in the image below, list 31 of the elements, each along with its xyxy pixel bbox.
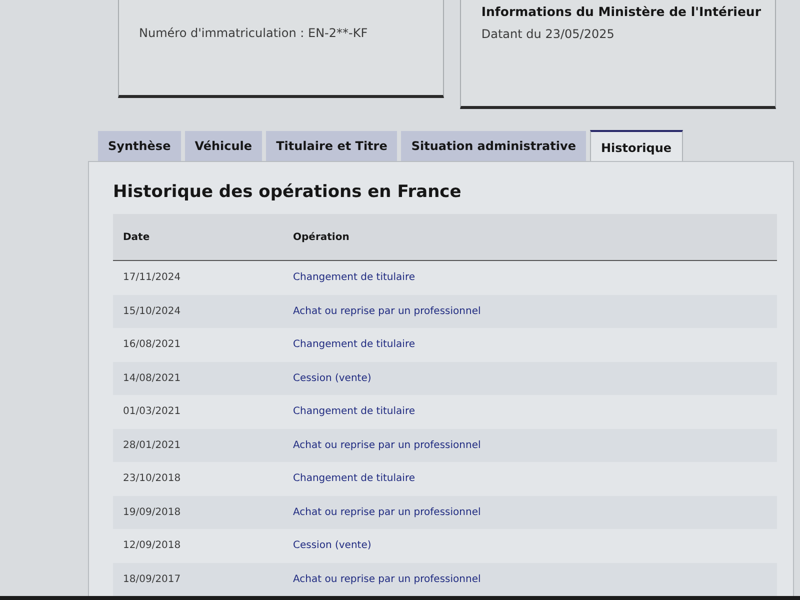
card-text: Numéro d'immatriculation : EN-2**-KF <box>139 26 369 40</box>
column-header: Date <box>123 232 151 242</box>
table-cell-text: Achat ou reprise par un professionnel <box>293 506 482 518</box>
section-title: Historique des opérations en France <box>113 182 462 202</box>
table-cell-text: 28/01/2021 <box>123 440 182 451</box>
table-cell-text: Cession (vente) <box>293 372 372 384</box>
table-cell-text: Changement de titulaire <box>293 406 416 418</box>
column-header: Opération <box>293 232 350 242</box>
table-cell-text: Achat ou reprise par un professionnel <box>293 306 482 317</box>
table-cell-text: 12/09/2018 <box>123 540 182 552</box>
table-cell-text: Achat ou reprise par un professionnel <box>293 574 482 585</box>
table-cell-text: Changement de titulaire <box>293 272 416 284</box>
tab[interactable]: Historique <box>590 130 683 161</box>
table-cell-text: Changement de titulaire <box>293 339 416 350</box>
card-text: Datant du 23/05/2025 <box>481 27 616 41</box>
card-title: Informations du Ministère de l'Intérieur <box>481 4 761 19</box>
table-cell-text: Achat ou reprise par un professionnel <box>293 440 482 451</box>
tab[interactable]: Titulaire et Titre <box>266 131 398 161</box>
tab[interactable]: Situation administrative <box>401 131 586 161</box>
table-cell-text: 01/03/2021 <box>123 406 182 418</box>
table-cell-text: 19/09/2018 <box>123 506 182 518</box>
table-cell-text: 18/09/2017 <box>123 574 182 585</box>
table-cell-text: Cession (vente) <box>293 540 372 552</box>
table-cell-text: 14/08/2021 <box>123 372 182 384</box>
table-cell-text: 17/11/2024 <box>123 272 182 284</box>
tab[interactable]: Synthèse <box>98 131 181 161</box>
table-cell-text: 23/10/2018 <box>123 473 182 484</box>
tab[interactable]: Véhicule <box>184 131 262 161</box>
table-cell-text: 15/10/2024 <box>123 306 182 317</box>
table-cell-text: 16/08/2021 <box>123 339 182 350</box>
table-cell-text: Changement de titulaire <box>293 473 416 484</box>
